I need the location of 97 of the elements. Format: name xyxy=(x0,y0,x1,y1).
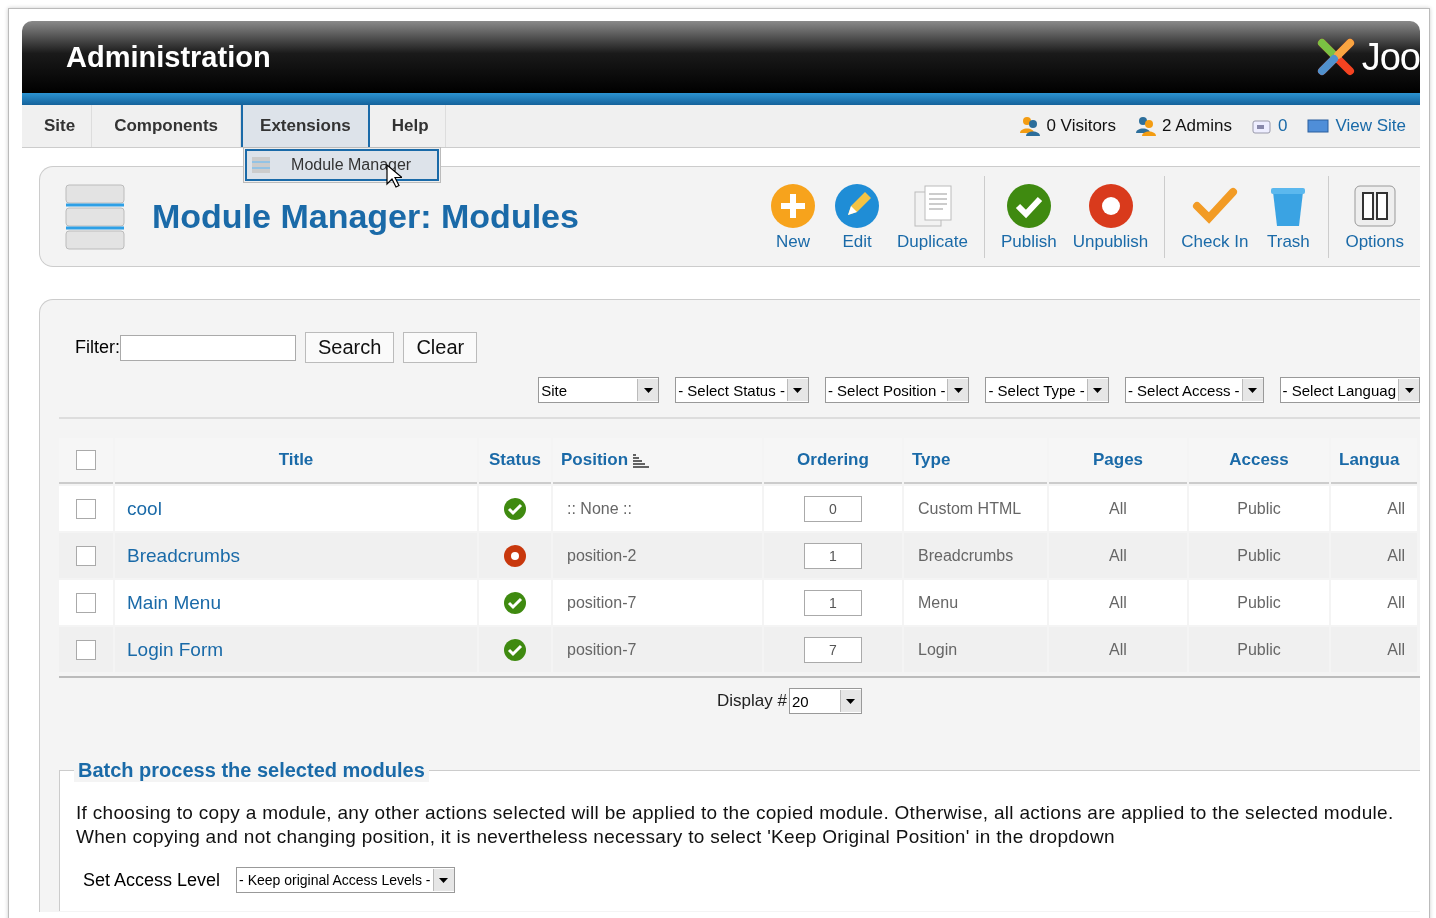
pages-text: All xyxy=(1109,546,1127,564)
module-title-link[interactable]: Breadcrumbs xyxy=(127,544,240,566)
column-header[interactable]: Title xyxy=(278,450,314,469)
admin-title: Administration xyxy=(66,40,271,74)
dropdown-arrow-icon xyxy=(1248,387,1258,393)
checkmark-icon xyxy=(1004,181,1053,230)
message-icon xyxy=(1251,118,1272,134)
type-text: Login xyxy=(918,640,958,658)
pages-text: All xyxy=(1109,593,1127,611)
position-text: position-7 xyxy=(567,593,637,611)
page-size-select[interactable]: 20 xyxy=(788,688,862,714)
type-text: Menu xyxy=(918,593,959,611)
filter-select[interactable]: - Select Type - xyxy=(985,377,1109,403)
batch-description: If choosing to copy a module, any other actions selected will be applied to the copied module. Otherwise, all actions are applied to the selected module. When copying and not changing position, it is nevertheless necessary to select 'Keep Original Position' in the dropdown xyxy=(76,801,1395,849)
dropdown-arrow-icon xyxy=(793,387,803,393)
messages-count: 0 xyxy=(1277,116,1288,136)
batch-legend: Batch process the selected modules xyxy=(74,759,429,782)
published-icon[interactable] xyxy=(503,637,527,662)
sort-icon xyxy=(632,453,651,468)
toolbar-button[interactable]: Options xyxy=(1337,181,1412,252)
access-level-label: Set Access Level xyxy=(83,869,221,891)
visitors-count: 0 Visitors xyxy=(1046,116,1117,136)
monitor-icon xyxy=(1307,118,1330,134)
dropdown-arrow-icon xyxy=(439,877,448,883)
display-label: Display # xyxy=(717,691,787,711)
admins-count: 2 Admins xyxy=(1162,116,1232,136)
toolbar-button[interactable]: Duplicate xyxy=(889,181,976,252)
toolbar-button[interactable]: New xyxy=(761,181,826,252)
toolbar-button[interactable]: Unpublish xyxy=(1064,181,1157,252)
published-icon[interactable] xyxy=(503,590,527,615)
filter-input[interactable] xyxy=(120,334,296,361)
language-text: All xyxy=(1387,593,1405,611)
toolbar-button[interactable]: Edit xyxy=(825,181,890,252)
checkbox[interactable] xyxy=(76,639,96,660)
filter-select[interactable]: - Select Status - xyxy=(675,377,809,403)
view-site-link[interactable]: View Site xyxy=(1335,116,1406,136)
column-header[interactable]: Access xyxy=(1229,450,1289,469)
ordering-field[interactable]: 0 xyxy=(804,495,862,522)
dropdown-arrow-icon xyxy=(953,387,963,393)
dropdown-arrow-icon xyxy=(1404,387,1414,393)
column-header[interactable]: Pages xyxy=(1092,450,1144,469)
page-title: Module Manager: Modules xyxy=(152,197,580,236)
language-text: All xyxy=(1387,546,1405,564)
users-icon xyxy=(1136,116,1157,136)
filter-select[interactable]: - Select Access - xyxy=(1124,377,1264,403)
language-text: All xyxy=(1387,640,1405,658)
dropdown-arrow-icon xyxy=(846,698,856,704)
menu-item[interactable]: Site xyxy=(22,105,93,147)
filter-label: Filter: xyxy=(75,337,120,358)
filter-select[interactable]: - Select Position - xyxy=(824,377,970,403)
pencil-icon xyxy=(833,181,882,230)
published-icon[interactable] xyxy=(503,496,527,521)
column-header[interactable]: Type xyxy=(912,450,951,469)
toolbar-button[interactable]: Check In xyxy=(1173,181,1257,252)
type-text: Custom HTML xyxy=(918,499,1022,517)
ordering-field[interactable]: 7 xyxy=(804,636,862,663)
pages-text: All xyxy=(1109,640,1127,658)
ordering-field[interactable]: 1 xyxy=(804,542,862,569)
filter-button[interactable]: Search xyxy=(305,332,395,363)
checkbox[interactable] xyxy=(76,450,96,471)
logo-text: Joo xyxy=(1361,35,1420,79)
checkbox[interactable] xyxy=(76,592,96,613)
users-icon xyxy=(1020,116,1041,136)
dropdown-arrow-icon xyxy=(643,387,653,393)
language-text: All xyxy=(1387,499,1405,517)
unpublished-icon[interactable] xyxy=(503,543,527,568)
filter-select[interactable]: Site xyxy=(538,377,660,403)
toolbar-button[interactable]: Publish xyxy=(992,181,1065,252)
type-text: Breadcrumbs xyxy=(918,546,1014,564)
column-header[interactable]: Langua xyxy=(1339,450,1400,469)
menu-item[interactable]: Help xyxy=(369,105,446,147)
access-text: Public xyxy=(1237,546,1281,564)
ordering-field[interactable]: 1 xyxy=(804,589,862,616)
module-title-link[interactable]: Main Menu xyxy=(127,591,221,613)
stop-icon xyxy=(1086,181,1135,230)
toolbar-button[interactable]: Trash xyxy=(1256,181,1321,252)
dropdown-arrow-icon xyxy=(1093,387,1103,393)
checkbox[interactable] xyxy=(76,545,96,566)
module-title-link[interactable]: cool xyxy=(127,497,162,519)
plus-icon xyxy=(769,181,818,230)
checkbox[interactable] xyxy=(76,498,96,519)
position-text: position-7 xyxy=(567,640,637,658)
access-level-select[interactable]: - Keep original Access Levels - xyxy=(236,867,455,893)
column-header[interactable]: Status xyxy=(489,450,541,469)
column-header[interactable]: Position xyxy=(561,450,629,469)
filter-select[interactable]: - Select Languag xyxy=(1279,377,1420,403)
column-header[interactable]: Ordering xyxy=(797,450,869,469)
access-text: Public xyxy=(1237,640,1281,658)
position-text: position-2 xyxy=(567,546,637,564)
pages-text: All xyxy=(1109,499,1127,517)
access-text: Public xyxy=(1237,593,1281,611)
module-title-link[interactable]: Login Form xyxy=(127,638,224,660)
stack-icon xyxy=(64,182,126,251)
filter-button[interactable]: Clear xyxy=(403,332,478,363)
stack-icon xyxy=(251,156,272,174)
access-text: Public xyxy=(1237,499,1281,517)
position-text: :: None :: xyxy=(567,499,632,517)
